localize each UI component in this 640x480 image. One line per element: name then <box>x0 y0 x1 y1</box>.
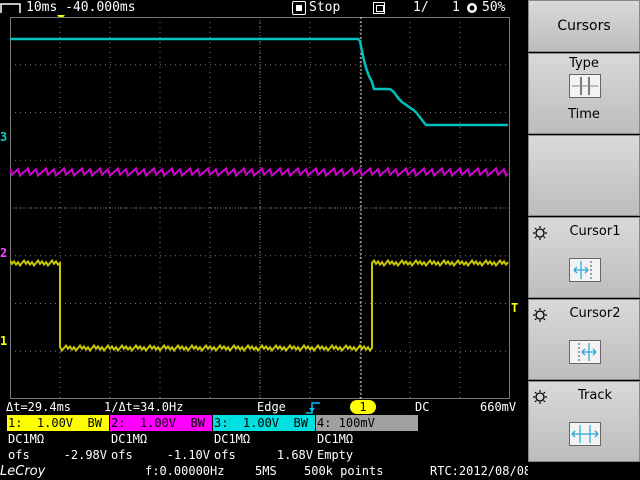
channel4-box[interactable]: 4: 100mV DC1MΩ Empty <box>316 415 418 463</box>
measurement-bar: Δt=29.4ms 1/Δt=34.0Hz Edge 1 DC 660mV <box>0 399 528 415</box>
channel2-box[interactable]: 2: 1.00V BW DC1MΩ ofs -1.10V <box>110 415 212 463</box>
cursor2-softkey[interactable]: Cursor2 <box>528 299 640 380</box>
cursor2-label: Cursor2 <box>569 306 621 321</box>
channel4-status: Empty <box>317 448 354 462</box>
channel3-box[interactable]: 3: 1.00V BW DC1MΩ ofs 1.68V <box>213 415 315 463</box>
delta-t-readout: Δt=29.4ms <box>6 400 72 414</box>
acquisition-total: 1 <box>452 0 460 15</box>
channel2-label: 2: 1.00V <box>111 416 177 430</box>
channel1-offset: -2.98V <box>63 448 107 462</box>
channel2-coupling: DC1MΩ <box>111 432 148 446</box>
frequency-readout: f:0.00000Hz <box>145 464 225 478</box>
channel3-trace <box>10 37 508 127</box>
time-cursor-icon <box>569 74 601 98</box>
channel1-trace <box>10 258 509 353</box>
channel1-coupling: DC1MΩ <box>8 432 45 446</box>
acquisition-count: 1/ <box>413 0 429 15</box>
channel3-bw: BW <box>293 416 308 430</box>
knob-icon <box>533 226 547 240</box>
waveform-display[interactable] <box>10 17 510 399</box>
timebase-readout: 10ms -40.000ms <box>26 0 136 15</box>
trigger-level-readout: 660mV <box>480 400 517 414</box>
channel1-box[interactable]: 1: 1.00V BW DC1MΩ ofs -2.98V <box>7 415 109 463</box>
cursor-icon <box>569 422 601 446</box>
graticule <box>10 17 510 399</box>
channel1-bw: BW <box>87 416 102 430</box>
intensity-icon <box>467 3 477 13</box>
channel2-bw: BW <box>190 416 205 430</box>
cursor-icon <box>569 258 601 282</box>
rising-edge-icon <box>306 402 320 414</box>
channel2-ofs-label: ofs <box>111 448 133 462</box>
channel3-ofs-label: ofs <box>214 448 236 462</box>
channel4-label: 4: 100mV <box>317 416 375 430</box>
trigger-type: Edge <box>257 400 286 414</box>
trigger-coupling: DC <box>415 400 430 414</box>
trigger-level-marker[interactable]: T <box>511 302 518 314</box>
type-value: Time <box>568 107 600 122</box>
cursor-icon <box>569 340 601 364</box>
top-status-bar: 10ms -40.000ms Stop 1/ 1 50% <box>0 0 528 20</box>
track-softkey[interactable]: Track <box>528 381 640 462</box>
type-softkey[interactable]: Type Time <box>528 53 640 134</box>
channel1-ofs-label: ofs <box>8 448 30 462</box>
trigger-source-badge[interactable]: 1 <box>350 400 376 414</box>
run-state[interactable]: Stop <box>309 0 340 16</box>
channel1-label: 1: 1.00V <box>8 416 74 430</box>
channel3-coupling: DC1MΩ <box>214 432 251 446</box>
channel3-level-marker[interactable]: 3 <box>0 131 7 143</box>
sample-rate: 5MS <box>255 464 277 478</box>
menu-title-label: Cursors <box>557 18 611 34</box>
knob-icon <box>533 390 547 404</box>
intensity-value: 50% <box>482 0 506 15</box>
channel2-trace <box>10 166 509 178</box>
type-label: Type <box>569 56 599 71</box>
channel1-level-marker[interactable]: 1 <box>0 335 7 347</box>
cursor1-softkey[interactable]: Cursor1 <box>528 217 640 298</box>
channel3-label: 3: 1.00V <box>214 416 280 430</box>
record-length: 500k points <box>304 464 384 478</box>
inverse-delta-t-readout: 1/Δt=34.0Hz <box>104 400 184 414</box>
softkey-menu: Cursors Type Time Cursor1 Cursor2 Track <box>528 0 640 480</box>
channel-glyph-icon <box>0 1 22 15</box>
track-label: Track <box>577 388 613 403</box>
channel4-coupling: DC1MΩ <box>317 432 354 446</box>
brand-logo: LeCroy <box>0 464 46 479</box>
stop-icon[interactable] <box>292 1 306 15</box>
channel2-level-marker[interactable]: 2 <box>0 247 7 259</box>
knob-icon <box>533 308 547 322</box>
channel3-offset: 1.68V <box>276 448 313 462</box>
empty-softkey[interactable] <box>528 135 640 216</box>
menu-title: Cursors <box>528 0 640 52</box>
acquire-icon <box>373 2 385 14</box>
cursor1-label: Cursor1 <box>569 224 621 239</box>
channel2-offset: -1.10V <box>166 448 210 462</box>
